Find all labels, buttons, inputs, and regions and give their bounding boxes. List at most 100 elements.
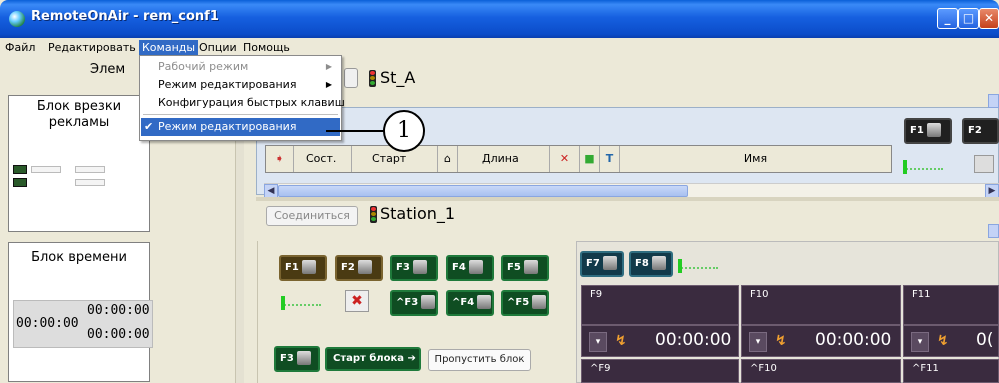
volume-slider[interactable] (281, 296, 321, 310)
fkey-f4-label: F4 (452, 262, 466, 273)
cell-ctrl-f10[interactable]: ^F10 (741, 359, 901, 383)
cell-ctrl-f11[interactable]: ^F11 (903, 359, 999, 383)
close-button[interactable]: ✕ (979, 8, 999, 29)
menu-item-edit-mode-sub-label: Режим редактирования (158, 78, 297, 91)
scroll-right-icon[interactable]: ▶ (985, 184, 999, 198)
ad-block-card[interactable]: Блок врезки рекламы (8, 95, 150, 232)
fkey-f1-top-label: F1 (910, 125, 924, 136)
key-icon (468, 260, 483, 274)
fkey-f5[interactable]: F5 (501, 255, 549, 281)
fkey-f2-top-label: F2 (968, 125, 982, 136)
start-block-button[interactable]: Старт блока ➔ (325, 347, 421, 371)
shuffle-icon: ✕ (550, 146, 580, 172)
ad-block-title-line2: рекламы (48, 115, 110, 130)
time-value-2: 00:00:00 (815, 330, 892, 350)
time-slot-1: ▾ ↯ 00:00:00 (581, 325, 739, 357)
scroll-up-icon-bottom[interactable] (988, 224, 999, 238)
horizontal-scrollbar[interactable]: ◀ ▶ (264, 183, 999, 198)
time-block-time-right-top: 00:00:00 (87, 303, 150, 318)
scroll-up-icon-top[interactable] (988, 94, 999, 108)
menu-item-edit-mode[interactable]: ✔ Режим редактирования (141, 118, 340, 136)
elements-panel-header: Элем (90, 62, 126, 77)
scroll-left-icon[interactable]: ◀ (264, 184, 278, 198)
mini-toggle-icon[interactable] (974, 155, 994, 173)
time-block-title: Блок времени (31, 250, 127, 265)
menu-edit[interactable]: Редактировать (45, 40, 139, 55)
dropdown-icon[interactable]: ▾ (749, 332, 767, 352)
fkey-ctrl-f5-label: ^F5 (507, 297, 530, 308)
fkey-f7[interactable]: F7 (580, 251, 624, 277)
cell-f9[interactable]: F9 (581, 285, 739, 325)
key-icon (421, 295, 436, 309)
app-icon (9, 11, 25, 27)
maximize-button[interactable]: □ (958, 8, 979, 29)
fkey-f7-label: F7 (586, 258, 600, 269)
connect-button-partial[interactable] (344, 68, 358, 88)
app-window: RemoteOnAir - rem_conf1 _ □ ✕ Файл Редак… (0, 0, 999, 383)
fkey-f3[interactable]: F3 (390, 255, 438, 281)
menu-item-edit-mode-sub[interactable]: Режим редактирования ▶ (141, 77, 340, 93)
fkey-f2-label: F2 (341, 262, 355, 273)
column-name[interactable]: Имя (620, 146, 891, 172)
key-icon (532, 295, 547, 309)
cell-ctrl-f9[interactable]: ^F9 (581, 359, 739, 383)
cell-f11[interactable]: F11 (903, 285, 999, 325)
volume-slider[interactable] (678, 259, 718, 273)
time-block-time-right-bottom: 00:00:00 (87, 327, 150, 342)
menu-item-hotkeys-config[interactable]: Конфигурация быстрых клавиш (141, 95, 345, 111)
fkey-f3-block[interactable]: F3 (274, 346, 320, 372)
loop-icon: ↯ (775, 333, 787, 349)
commands-menu: Рабочий режим ▶ Режим редактирования ▶ Кон… (139, 55, 345, 141)
minimize-button[interactable]: _ (937, 8, 958, 29)
column-state[interactable]: Сост. (294, 146, 352, 172)
window-title: RemoteOnAir - rem_conf1 (31, 9, 219, 24)
menu-help[interactable]: Помощь (240, 40, 293, 55)
fkey-ctrl-f5[interactable]: ^F5 (501, 290, 549, 316)
loop-icon: ↯ (937, 333, 949, 349)
key-icon (651, 256, 666, 270)
key-icon (602, 256, 617, 270)
fkey-f8[interactable]: F8 (629, 251, 673, 277)
key-icon (296, 351, 311, 365)
fkey-f2[interactable]: F2 (335, 255, 383, 281)
fkey-f4[interactable]: F4 (446, 255, 494, 281)
cell-f10[interactable]: F10 (741, 285, 901, 325)
scroll-thumb[interactable] (278, 185, 688, 197)
volume-slider-top[interactable] (903, 160, 943, 174)
cell-ctrl-f10-label: ^F10 (750, 363, 777, 374)
time-block-card[interactable]: Блок времени 00:00:00 00:00:00 00:00:00 (8, 242, 153, 382)
mute-icon[interactable]: ✖ (345, 290, 369, 312)
time-slot-2: ▾ ↯ 00:00:00 (741, 325, 901, 357)
menu-item-work-mode[interactable]: Рабочий режим ▶ (141, 59, 340, 75)
fkey-f1[interactable]: F1 (279, 255, 327, 281)
station-a-label: St_A (380, 68, 416, 87)
fkey-f2-top[interactable]: F2 (962, 118, 999, 144)
connect-button[interactable]: Соединиться (266, 206, 358, 226)
ad-block-preview-row2 (13, 178, 147, 187)
dropdown-icon[interactable]: ▾ (911, 332, 929, 352)
playlist-header: ➧ Сост. Старт ⌂ Длина ✕ ■ T Имя (265, 145, 892, 173)
station-separator[interactable] (256, 197, 999, 201)
station-1-grid: F7 F8 F9 F10 F11 ▾ ↯ 00:00:00 ▾ ↯ 00:00:… (576, 241, 999, 383)
title-bar[interactable]: RemoteOnAir - rem_conf1 _ □ ✕ (0, 0, 999, 38)
menu-file[interactable]: Файл (2, 40, 38, 55)
fkey-ctrl-f3[interactable]: ^F3 (390, 290, 438, 316)
skip-block-button[interactable]: Пропустить блок (428, 349, 531, 371)
menu-options[interactable]: Опции (196, 40, 240, 55)
mini-field (31, 166, 61, 173)
fkey-f3-block-label: F3 (280, 353, 294, 364)
traffic-light-icon (370, 206, 377, 223)
fkey-ctrl-f4-label: ^F4 (452, 297, 475, 308)
menu-commands[interactable]: Команды (139, 40, 199, 55)
key-icon (357, 260, 372, 274)
fkey-f1-top[interactable]: F1 (904, 118, 952, 144)
text-icon: T (600, 146, 620, 172)
dropdown-icon[interactable]: ▾ (589, 332, 607, 352)
key-icon (412, 260, 427, 274)
fkey-ctrl-f4[interactable]: ^F4 (446, 290, 494, 316)
cell-f10-label: F10 (750, 289, 769, 300)
cell-ctrl-f9-label: ^F9 (590, 363, 611, 374)
menu-item-hotkeys-config-label: Конфигурация быстрых клавиш (158, 96, 345, 109)
loop-icon: ↯ (615, 333, 627, 349)
column-length[interactable]: Длина (458, 146, 550, 172)
